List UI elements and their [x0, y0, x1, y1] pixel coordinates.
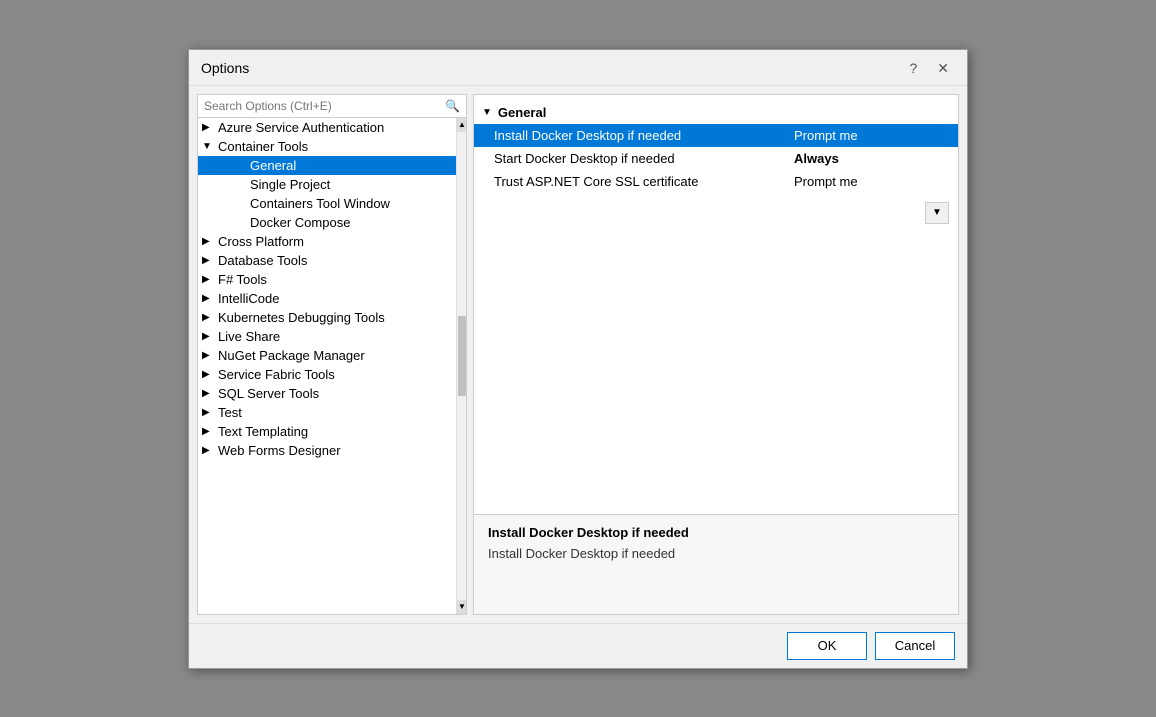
- scrollbar-thumb[interactable]: [458, 316, 466, 396]
- tree-label-intellicode: IntelliCode: [218, 291, 279, 306]
- tree-arrow-kubernetes: ▶: [202, 312, 214, 323]
- search-input[interactable]: [204, 99, 445, 113]
- scroll-up-button[interactable]: ▲: [457, 118, 466, 132]
- tree-label-container-tools: Container Tools: [218, 139, 308, 154]
- setting-name-start-docker: Start Docker Desktop if needed: [494, 151, 794, 166]
- right-wrapper: ▼ General Install Docker Desktop if need…: [473, 94, 959, 615]
- tree-label-database-tools: Database Tools: [218, 253, 307, 268]
- tree: ▶ Azure Service Authentication ▼ Container …: [198, 118, 456, 614]
- tree-item-test[interactable]: ▶ Test: [198, 403, 456, 422]
- tree-item-web-forms[interactable]: ▶ Web Forms Designer: [198, 441, 456, 460]
- tree-label-sql-server: SQL Server Tools: [218, 386, 319, 401]
- setting-row-install-docker[interactable]: Install Docker Desktop if neededPrompt m…: [474, 124, 958, 147]
- tree-arrow-nuget: ▶: [202, 350, 214, 361]
- tree-item-fsharp-tools[interactable]: ▶ F# Tools: [198, 270, 456, 289]
- tree-label-fsharp-tools: F# Tools: [218, 272, 267, 287]
- content-area: 🔍 ▶ Azure Service Authentication ▼ Containe…: [197, 94, 959, 615]
- tree-item-sql-server[interactable]: ▶ SQL Server Tools: [198, 384, 456, 403]
- description-panel: Install Docker Desktop if needed Install…: [474, 514, 958, 614]
- section-label: General: [498, 105, 546, 120]
- tree-label-service-fabric: Service Fabric Tools: [218, 367, 335, 382]
- help-button[interactable]: ?: [903, 58, 923, 78]
- tree-item-live-share[interactable]: ▶ Live Share: [198, 327, 456, 346]
- tree-item-container-tools[interactable]: ▼ Container Tools: [198, 137, 456, 156]
- tree-label-azure: Azure Service Authentication: [218, 120, 384, 135]
- tree-item-cross-platform[interactable]: ▶ Cross Platform: [198, 232, 456, 251]
- tree-arrow-service-fabric: ▶: [202, 369, 214, 380]
- dropdown-button[interactable]: ▼: [925, 202, 949, 224]
- description-text: Install Docker Desktop if needed: [488, 546, 944, 561]
- tree-item-containers-tool-window[interactable]: Containers Tool Window: [198, 194, 456, 213]
- tree-item-docker-compose[interactable]: Docker Compose: [198, 213, 456, 232]
- setting-row-start-docker[interactable]: Start Docker Desktop if neededAlways: [474, 147, 958, 170]
- tree-label-web-forms: Web Forms Designer: [218, 443, 341, 458]
- section-arrow: ▼: [482, 107, 492, 118]
- tree-arrow-text-templating: ▶: [202, 426, 214, 437]
- tree-item-intellicode[interactable]: ▶ IntelliCode: [198, 289, 456, 308]
- search-icon: 🔍: [445, 99, 460, 113]
- setting-name-trust-ssl: Trust ASP.NET Core SSL certificate: [494, 174, 794, 189]
- title-bar-buttons: ? ✕: [903, 58, 955, 79]
- tree-arrow-web-forms: ▶: [202, 445, 214, 456]
- tree-scroll-wrapper: ▶ Azure Service Authentication ▼ Container …: [198, 118, 466, 614]
- tree-arrow-intellicode: ▶: [202, 293, 214, 304]
- search-box: 🔍: [198, 95, 466, 118]
- tree-arrow-test: ▶: [202, 407, 214, 418]
- tree-label-nuget: NuGet Package Manager: [218, 348, 365, 363]
- tree-label-cross-platform: Cross Platform: [218, 234, 304, 249]
- tree-label-live-share: Live Share: [218, 329, 280, 344]
- tree-arrow-live-share: ▶: [202, 331, 214, 342]
- tree-item-service-fabric[interactable]: ▶ Service Fabric Tools: [198, 365, 456, 384]
- settings-rows: Install Docker Desktop if neededPrompt m…: [474, 124, 958, 193]
- left-panel: 🔍 ▶ Azure Service Authentication ▼ Containe…: [197, 94, 467, 615]
- tree-item-general[interactable]: General: [198, 156, 456, 175]
- section-header: ▼ General: [474, 101, 958, 124]
- tree-label-docker-compose: Docker Compose: [250, 215, 350, 230]
- scrollbar[interactable]: ▲ ▼: [456, 118, 466, 614]
- close-button[interactable]: ✕: [931, 58, 955, 79]
- right-panel: ▼ General Install Docker Desktop if need…: [473, 94, 959, 615]
- description-title: Install Docker Desktop if needed: [488, 525, 944, 540]
- tree-arrow-sql-server: ▶: [202, 388, 214, 399]
- tree-item-azure[interactable]: ▶ Azure Service Authentication: [198, 118, 456, 137]
- tree-item-nuget[interactable]: ▶ NuGet Package Manager: [198, 346, 456, 365]
- tree-arrow-database-tools: ▶: [202, 255, 214, 266]
- footer: OK Cancel: [189, 623, 967, 668]
- tree-arrow-azure: ▶: [202, 122, 214, 133]
- setting-name-install-docker: Install Docker Desktop if needed: [494, 128, 794, 143]
- tree-label-single-project: Single Project: [250, 177, 330, 192]
- setting-value-start-docker: Always: [794, 151, 938, 166]
- tree-item-single-project[interactable]: Single Project: [198, 175, 456, 194]
- tree-label-general: General: [250, 158, 296, 173]
- options-dialog: Options ? ✕ 🔍 ▶ Azure Service Authenticat…: [188, 49, 968, 669]
- tree-item-database-tools[interactable]: ▶ Database Tools: [198, 251, 456, 270]
- ok-button[interactable]: OK: [787, 632, 867, 660]
- setting-row-trust-ssl[interactable]: Trust ASP.NET Core SSL certificatePrompt…: [474, 170, 958, 193]
- scroll-down-button[interactable]: ▼: [457, 600, 466, 614]
- tree-label-test: Test: [218, 405, 242, 420]
- tree-arrow-container-tools: ▼: [202, 141, 214, 152]
- tree-arrow-cross-platform: ▶: [202, 236, 214, 247]
- cancel-button[interactable]: Cancel: [875, 632, 955, 660]
- dialog-title: Options: [201, 60, 249, 76]
- tree-label-kubernetes: Kubernetes Debugging Tools: [218, 310, 385, 325]
- tree-arrow-fsharp-tools: ▶: [202, 274, 214, 285]
- tree-label-containers-tool-window: Containers Tool Window: [250, 196, 390, 211]
- tree-item-kubernetes[interactable]: ▶ Kubernetes Debugging Tools: [198, 308, 456, 327]
- tree-item-text-templating[interactable]: ▶ Text Templating: [198, 422, 456, 441]
- setting-value-install-docker: Prompt me: [794, 128, 938, 143]
- settings-area: ▼ General Install Docker Desktop if need…: [474, 95, 958, 514]
- tree-label-text-templating: Text Templating: [218, 424, 308, 439]
- setting-value-trust-ssl: Prompt me: [794, 174, 938, 189]
- title-bar: Options ? ✕: [189, 50, 967, 86]
